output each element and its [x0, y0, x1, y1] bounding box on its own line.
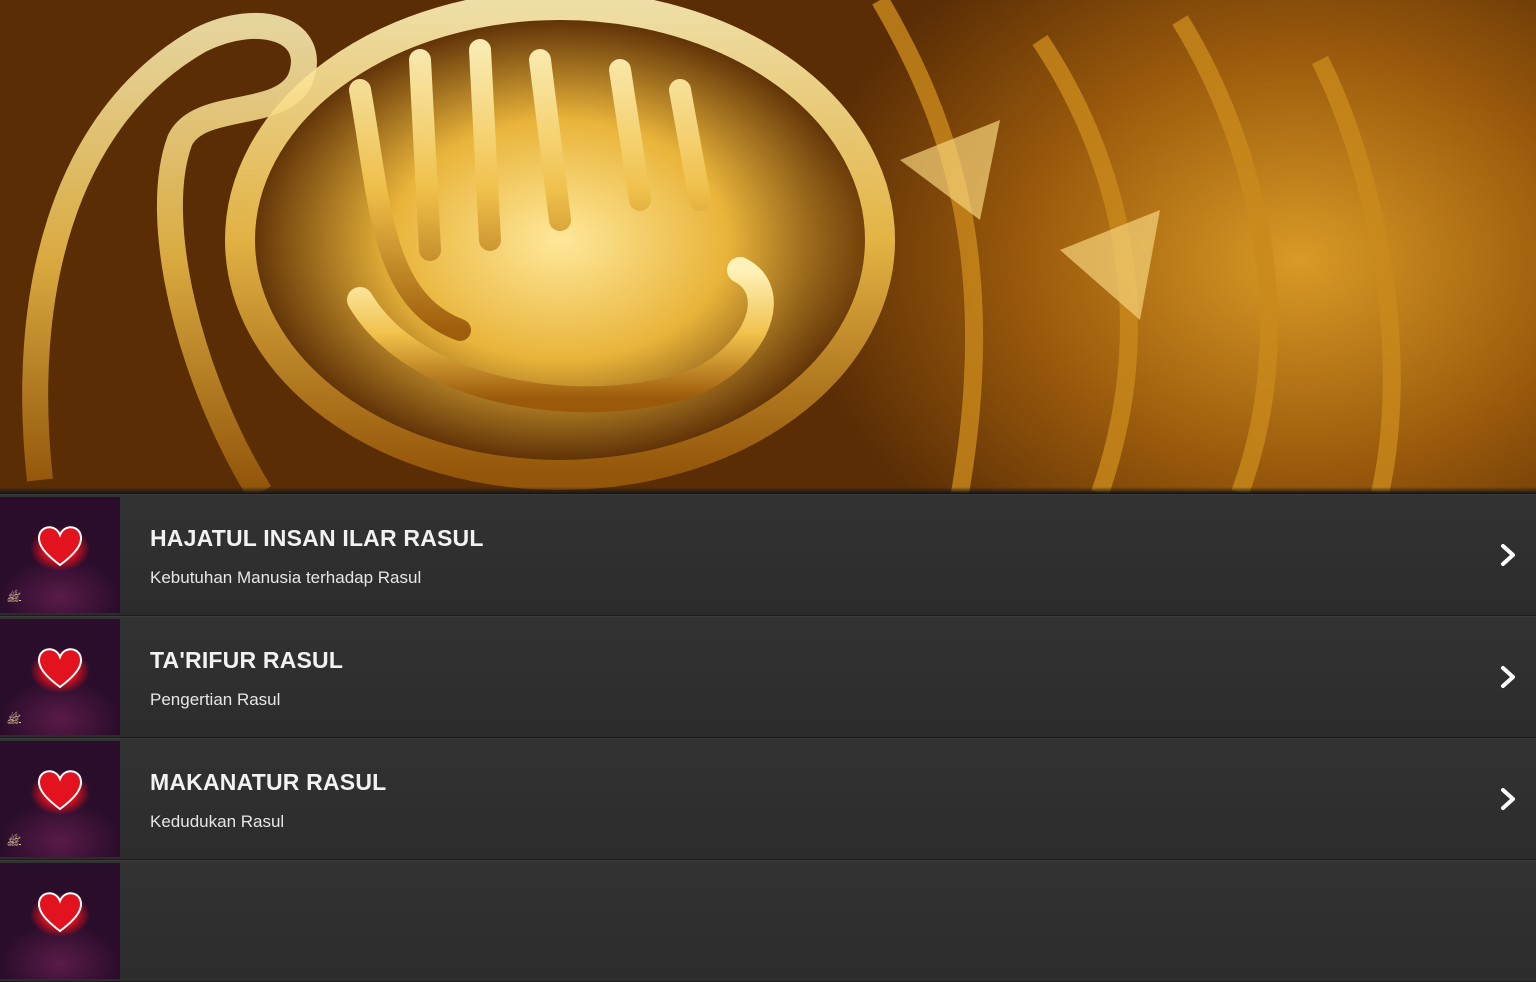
- list-item-title: TA'RIFUR RASUL: [150, 647, 344, 673]
- heart-thumbnail-icon: ـ‏ﷺ: [0, 497, 120, 613]
- heart-icon: [38, 526, 82, 567]
- list-item[interactable]: ـ‏ﷺ HAJATUL INSAN ILAR RASUL Kebutuhan M…: [0, 494, 1536, 616]
- heart-thumbnail-icon: ـ‏ﷺ: [0, 619, 120, 735]
- list-item-subtitle: Kedudukan Rasul: [150, 812, 285, 831]
- chevron-right-icon[interactable]: [1496, 665, 1520, 689]
- thumbnail-calligraphy: ـ‏ﷺ: [6, 591, 21, 604]
- calligraphy-ornament: [22, 0, 1401, 493]
- heart-icon: [38, 770, 82, 811]
- list-item-subtitle: Pengertian Rasul: [150, 690, 281, 709]
- heart-thumbnail-icon: [0, 863, 120, 979]
- list-item-title: HAJATUL INSAN ILAR RASUL: [150, 525, 484, 551]
- heart-icon: [38, 892, 82, 933]
- header-banner-image: [0, 0, 1536, 493]
- list-item-title: MAKANATUR RASUL: [150, 769, 387, 795]
- thumbnail-calligraphy: ـ‏ﷺ: [6, 713, 21, 726]
- list-item[interactable]: ـ‏ﷺ TA'RIFUR RASUL Pengertian Rasul: [0, 616, 1536, 738]
- thumbnail-calligraphy: ـ‏ﷺ: [6, 835, 21, 848]
- chevron-right-icon[interactable]: [1496, 543, 1520, 567]
- heart-thumbnail-icon: ـ‏ﷺ: [0, 741, 120, 857]
- chevron-right-icon[interactable]: [1496, 787, 1520, 811]
- list-item[interactable]: [0, 860, 1536, 982]
- heart-icon: [38, 648, 82, 689]
- content-list: ـ‏ﷺ HAJATUL INSAN ILAR RASUL Kebutuhan M…: [0, 493, 1536, 982]
- list-item-subtitle: Kebutuhan Manusia terhadap Rasul: [150, 568, 422, 587]
- list-item[interactable]: ـ‏ﷺ MAKANATUR RASUL Kedudukan Rasul: [0, 738, 1536, 860]
